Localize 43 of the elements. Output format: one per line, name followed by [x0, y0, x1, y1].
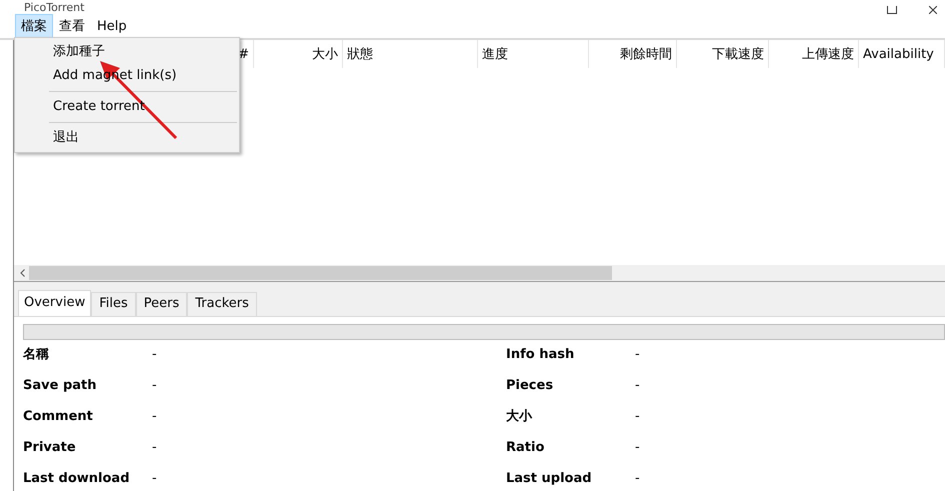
close-icon[interactable] [929, 6, 937, 14]
detail-value: - [152, 377, 158, 395]
horizontal-scrollbar[interactable] [14, 265, 945, 282]
detail-label: Private [23, 439, 77, 457]
detail-value: - [152, 470, 158, 488]
detail-label: Last upload [506, 470, 593, 488]
detail-value: - [635, 470, 641, 488]
detail-value: - [152, 408, 158, 426]
column-header[interactable]: 狀態 [343, 40, 478, 68]
menu-option[interactable]: 退出 [15, 126, 239, 150]
column-header[interactable]: Availability [859, 40, 945, 68]
window-title: PicoTorrent [24, 2, 84, 14]
detail-label: Info hash [506, 346, 576, 364]
detail-value: - [635, 408, 641, 426]
maximize-icon[interactable] [887, 6, 897, 14]
detail-value: - [635, 439, 641, 457]
detail-value: - [152, 439, 158, 457]
detail-value: - [152, 346, 158, 364]
menu-item[interactable]: Help [91, 16, 133, 36]
detail-label: Comment [23, 408, 94, 426]
detail-label: Ratio [506, 439, 546, 457]
detail-label: 名稱 [23, 346, 50, 364]
menu-option[interactable]: 添加種子 [15, 40, 239, 64]
tab[interactable]: Trackers [187, 292, 257, 316]
scrollbar-thumb[interactable] [29, 266, 612, 280]
tab[interactable]: Peers [136, 292, 188, 316]
detail-label: 大小 [506, 408, 534, 426]
detail-label: Save path [23, 377, 98, 395]
detail-label: Last download [23, 470, 131, 488]
detail-value: - [635, 377, 641, 395]
tab[interactable]: Files [91, 292, 136, 316]
column-header[interactable]: 進度 [478, 40, 589, 68]
column-header[interactable]: 剩餘時間 [589, 40, 677, 68]
detail-label: Pieces [506, 377, 554, 395]
column-header[interactable]: 上傳速度 [769, 40, 859, 68]
column-header[interactable]: 下載速度 [677, 40, 769, 68]
scroll-left-icon[interactable] [20, 269, 25, 277]
menu-item[interactable]: 檔案 [15, 14, 53, 38]
detail-value: - [635, 346, 641, 364]
menu-option[interactable]: Create torrent [15, 95, 239, 119]
tab[interactable]: Overview [18, 290, 92, 316]
column-header[interactable]: 大小 [254, 40, 343, 68]
menu-item[interactable]: 查看 [53, 14, 91, 38]
